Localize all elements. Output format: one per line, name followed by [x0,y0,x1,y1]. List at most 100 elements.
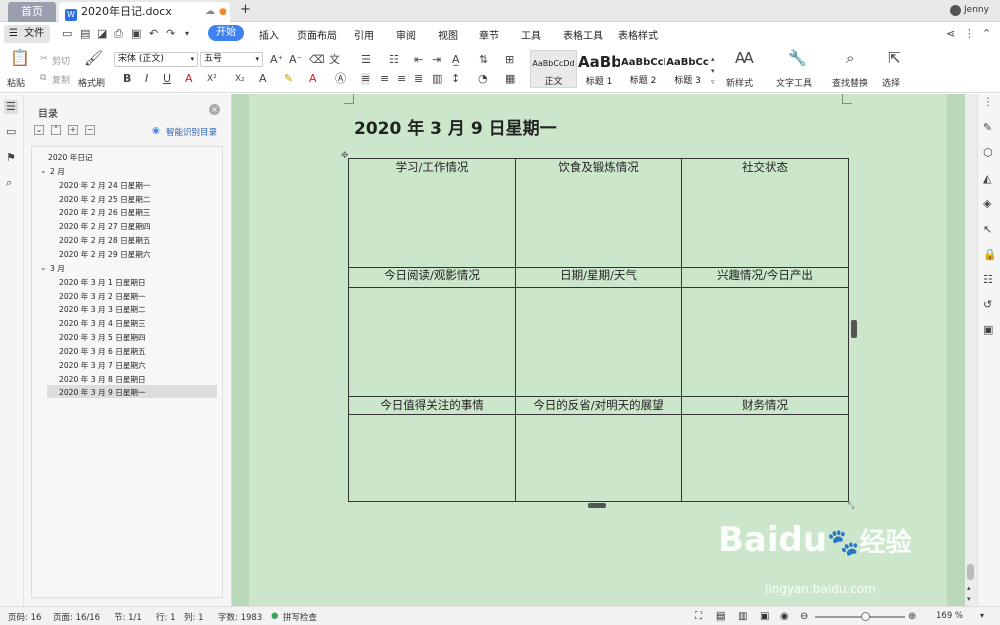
toc-item[interactable]: 2020 年 3 月 4 日星期三 [59,318,146,329]
style-heading-1[interactable]: AaBb( 标题 1 [578,50,620,88]
toc-item[interactable]: 2020 年 2 月 28 日星期五 [59,235,150,246]
show-marks-icon[interactable]: ⊞ [505,54,514,66]
toc-item[interactable]: 2020 年 3 月 6 日星期五 [59,346,146,357]
shrink-font-icon[interactable]: A⁻ [289,54,302,66]
history-icon[interactable]: ↺ [983,299,992,311]
collapse-ribbon-icon[interactable]: ⌃ [982,28,991,40]
toc-item[interactable]: 2020 年 3 月 2 日星期一 [59,291,146,302]
toc-item[interactable]: ⌄ 3 月 [40,263,65,274]
zoom-out-icon[interactable]: ⊖ [800,611,808,622]
vertical-scrollbar[interactable]: ▴ ▾ [965,94,977,606]
pointer-icon[interactable]: ↖ [983,224,992,236]
toc-item[interactable]: 2020 年日记 [48,152,93,163]
borders-icon[interactable]: ▦ [505,73,515,85]
table-cell[interactable]: 兴趣情况/今日产出 [682,265,848,286]
web-view-icon[interactable]: ▣ [760,611,769,622]
avatar[interactable] [950,5,961,16]
table-cell[interactable]: 今日值得关注的事情 [349,395,515,416]
open-folder-icon[interactable]: ▤ [80,28,90,40]
justify-icon[interactable]: ≣ [414,73,423,85]
tab-page-layout[interactable]: 页面布局 [297,27,337,42]
toc-item[interactable]: 2020 年 3 月 8 日星期日 [59,374,146,385]
zoom-slider-thumb[interactable] [860,612,870,621]
settings-sliders-icon[interactable]: ☷ [983,274,993,286]
font-family-select[interactable]: 宋体 (正文) ▾ [114,52,198,67]
eye-protection-icon[interactable]: ◉ [780,611,789,622]
new-style-icon[interactable]: Ꜳ [735,51,754,66]
scroll-thumb[interactable] [967,564,974,580]
toc-item[interactable]: 2020 年 3 月 3 日星期二 [59,304,146,315]
page-view-icon[interactable]: ▤ [716,611,726,622]
tab-view[interactable]: 视图 [438,27,458,42]
toc-item[interactable]: 2020 年 2 月 26 日星期三 [59,207,150,218]
style-heading-3[interactable]: AaBbCc 标题 3 [666,50,709,88]
tab-reference[interactable]: 引用 [354,27,374,42]
table-cell[interactable]: 学习/工作情况 [349,157,515,178]
right-collapse-icon[interactable]: ⋮ [983,97,993,109]
chevron-down-icon[interactable]: ⌄ [40,263,46,272]
column-resize-handle[interactable] [851,320,857,338]
brand-icon[interactable]: ◈ [983,198,991,210]
toc-item[interactable]: 2020 年 3 月 5 日星期四 [59,332,146,343]
save-icon[interactable]: ◪ [97,28,107,40]
font-color-icon[interactable]: A [309,73,317,85]
select-label[interactable]: 选择 [882,76,900,89]
tab-chapter[interactable]: 章节 [479,27,499,42]
italic-icon[interactable]: I [145,73,148,85]
tab-tools[interactable]: 工具 [521,27,541,42]
toc-collapse-icon[interactable]: ⌃ [51,125,61,135]
underline-icon[interactable]: U [163,73,171,85]
status-pages[interactable]: 页面: 16/16 [53,611,100,623]
fullscreen-icon[interactable]: ⛶ [695,611,702,622]
align-left-icon[interactable]: ≡ [361,73,371,85]
search-icon[interactable]: ⌕ [846,51,854,66]
new-file-icon[interactable]: ▭ [62,28,72,40]
toc-item[interactable]: 2020 年 3 月 7 日星期六 [59,360,146,371]
find-panel-icon[interactable]: ⌕ [6,177,12,189]
tab-table-tools[interactable]: 表格工具 [563,27,603,42]
format-painter-label[interactable]: 格式刷 [78,76,105,89]
copy-icon[interactable]: ⧉ [40,72,46,84]
increase-indent-icon[interactable]: ⇥ [432,54,441,66]
table-cell[interactable]: 今日的反省/对明天的展望 [516,395,681,416]
paste-icon[interactable]: 📋 [10,50,30,66]
align-center-icon[interactable]: ≡ [380,73,389,85]
tab-document[interactable]: W 2020年日记.docx ☁ ● [59,2,230,22]
table-cell[interactable]: 饮食及锻炼情况 [516,157,681,178]
status-word-count[interactable]: 字数: 1983 [218,611,262,623]
toc-item[interactable]: 2020 年 2 月 24 日星期一 [59,180,150,191]
superscript-icon[interactable]: X² [207,73,217,85]
cut-label[interactable]: 剪切 [52,54,70,67]
more-dots-icon[interactable]: ⋮ [964,28,975,40]
tab-review[interactable]: 审阅 [396,27,416,42]
bold-icon[interactable]: B [123,73,131,85]
document-heading[interactable]: 2020 年 3 月 9 日星期一 [354,114,557,139]
bullet-list-icon[interactable]: ☰ [361,54,371,66]
text-tools-label[interactable]: 文字工具 [776,76,812,89]
print-icon[interactable]: ⎙ [114,28,123,40]
smart-toc-icon[interactable]: ◉ [152,125,160,137]
status-column[interactable]: 列: 1 [184,611,203,623]
page-thumbnail-icon[interactable]: ▭ [6,126,16,138]
status-page-number[interactable]: 页码: 16 [8,611,41,623]
spell-check-label[interactable]: 拼写检查 [283,611,317,623]
distributed-icon[interactable]: ▥ [432,73,442,85]
char-shading-icon[interactable]: Ⓐ [335,73,346,85]
toc-item[interactable]: 2020 年 2 月 27 日星期四 [59,221,150,232]
phonetic-icon[interactable]: 文 [329,54,340,66]
copy-label[interactable]: 复制 [52,73,70,86]
clear-format-icon[interactable]: ⌫ [309,54,325,66]
toc-add-icon[interactable]: + [68,125,78,135]
style-normal[interactable]: AaBbCcDd 正文 [530,50,577,88]
new-style-label[interactable]: 新样式 [726,76,753,89]
preview-icon[interactable]: ▣ [131,28,141,40]
format-painter-icon[interactable]: 🖌 [84,51,103,66]
more-chevron-icon[interactable]: ▾ [185,28,189,40]
sort-icon[interactable]: ⇅ [479,54,488,66]
shading-icon[interactable]: ◔ [478,73,488,85]
bookmark-icon[interactable]: ⚑ [6,152,16,164]
zoom-in-icon[interactable]: ⊕ [908,611,916,622]
cut-icon[interactable]: ✂ [40,53,48,65]
status-section[interactable]: 节: 1/1 [114,611,142,623]
table-cell[interactable]: 日期/星期/天气 [516,265,681,286]
